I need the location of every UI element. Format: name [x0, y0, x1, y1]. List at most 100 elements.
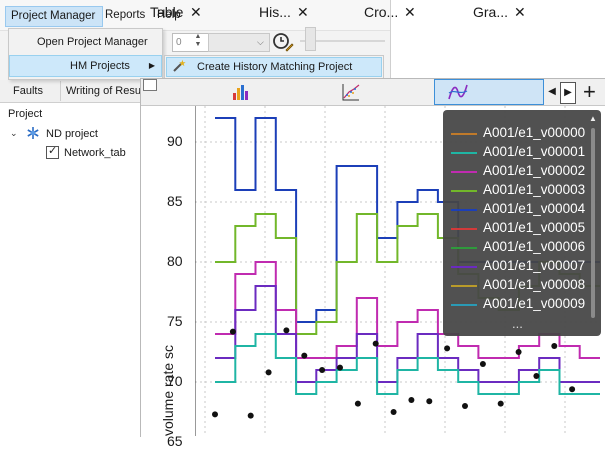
observed-point [408, 397, 415, 403]
clock-edit-icon[interactable] [272, 31, 294, 53]
menu-project-manager[interactable]: Project Manager [5, 6, 103, 27]
menu-item-hm-projects[interactable]: HM Projects ▶ [9, 55, 162, 77]
hm-projects-submenu: Create History Matching Project [164, 55, 384, 79]
observed-point [515, 349, 522, 355]
legend-label: A001/e1_v00002 [483, 163, 586, 178]
observed-point [497, 400, 504, 407]
observed-point [390, 409, 397, 415]
project-manager-menu: Open Project Manager HM Projects ▶ [8, 28, 163, 80]
legend-entry[interactable]: A001/e1_v00004 [447, 200, 587, 219]
observed-point [265, 369, 272, 376]
observed-point [283, 327, 290, 334]
window-restore-icon[interactable] [143, 79, 157, 91]
tab-writing-of-results[interactable]: Writing of Resu [60, 81, 148, 101]
y-tick-label: 75 [167, 313, 183, 329]
legend-label: A001/e1_v00007 [483, 258, 586, 273]
observed-point [372, 340, 379, 347]
legend-entry[interactable]: A001/e1_v00006 [447, 238, 587, 257]
tab-scroll-right-icon[interactable]: ▶ [560, 82, 576, 104]
legend-more-indicator: ... [512, 316, 523, 331]
close-icon[interactable]: ✕ [297, 0, 309, 25]
close-icon[interactable]: ✕ [514, 0, 526, 25]
y-tick-label: 85 [167, 193, 183, 209]
slider-thumb[interactable] [305, 27, 316, 51]
legend-label: A001/e1_v00004 [483, 201, 586, 216]
legend-label: A001/e1_v00003 [483, 182, 586, 197]
legend-swatch [451, 247, 477, 249]
legend-swatch [451, 133, 477, 135]
checkmark-icon: ✓ [48, 145, 58, 157]
legend-swatch [451, 228, 477, 230]
spin-input[interactable]: 0 [172, 33, 209, 52]
observed-point [462, 403, 468, 409]
observed-point [301, 352, 308, 359]
legend-label: A001/e1_v00006 [483, 239, 586, 254]
tab-faults[interactable]: Faults [13, 81, 43, 101]
legend-entry[interactable]: A001/e1_v00002 [447, 162, 587, 181]
observed-point [247, 412, 254, 419]
spin-arrows-icon[interactable]: ▲ ▼ [193, 33, 203, 50]
menu-item-create-history-matching-project[interactable]: Create History Matching Project [166, 57, 382, 77]
legend-entry[interactable]: A001/e1_v00003 [447, 181, 587, 200]
legend-swatch [451, 152, 477, 154]
observed-point [426, 398, 433, 405]
legend-label: A001/e1_v00001 [483, 144, 586, 159]
legend-swatch [451, 190, 477, 192]
legend-entry[interactable]: A001/e1_v00001 [447, 143, 587, 162]
wand-icon [173, 59, 186, 72]
y-tick-label: 80 [167, 253, 183, 269]
y-tick-label: 70 [167, 373, 183, 389]
legend-label: A001/e1_v00009 [483, 296, 586, 311]
legend-scrollbar[interactable] [590, 128, 596, 318]
left-tab-bar: Faults Writing of Resu [0, 80, 145, 103]
legend-entry[interactable]: A001/e1_v00008 [447, 276, 587, 295]
graph-curve-icon [448, 84, 468, 100]
snowflake-project-icon [27, 127, 39, 139]
chevron-down-icon[interactable]: ⌄ [10, 128, 18, 139]
submenu-arrow-icon: ▶ [148, 61, 155, 70]
observed-point [212, 411, 218, 418]
legend-swatch [451, 209, 477, 211]
tab-histogram[interactable]: His... [259, 0, 291, 25]
legend-entry[interactable]: A001/e1_v00005 [447, 219, 587, 238]
legend-label: A001/e1_v00008 [483, 277, 586, 292]
legend-entry[interactable]: A001/e1_v00000 [447, 124, 587, 143]
observed-point [354, 400, 361, 407]
y-axis-label: volume rate sc [160, 344, 176, 436]
legend-entry[interactable]: A001/e1_v00009 [447, 295, 587, 314]
legend-swatch [451, 266, 477, 268]
menu-item-open-project-manager[interactable]: Open Project Manager [9, 31, 162, 53]
close-icon[interactable]: ✕ [404, 0, 416, 25]
legend-swatch [451, 304, 477, 306]
observed-point [319, 367, 326, 373]
project-panel-title: Project [8, 108, 43, 120]
observed-point [444, 345, 451, 352]
observed-point [533, 373, 540, 379]
tree-item-network-tab[interactable]: Network_tab [64, 147, 126, 159]
legend-label: A001/e1_v00000 [483, 125, 586, 140]
legend-label: A001/e1_v00005 [483, 220, 586, 235]
menu-reports[interactable]: Reports [100, 6, 150, 25]
y-tick-label: 65 [167, 433, 183, 449]
tab-crossplot[interactable]: Cro... [364, 0, 398, 25]
series-line [215, 333, 600, 395]
observed-point [551, 343, 558, 349]
tab-scroll-left-icon[interactable]: ◀ [547, 83, 557, 101]
y-tick-label: 90 [167, 133, 183, 149]
observed-point [229, 328, 236, 335]
observed-point [569, 386, 576, 393]
add-tab-icon[interactable]: + [583, 79, 596, 105]
chevron-down-icon[interactable]: ⌵ [257, 37, 264, 48]
legend-swatch [451, 171, 477, 173]
legend-scroll-up-icon[interactable]: ▲ [589, 114, 597, 123]
tab-table[interactable]: Table [150, 0, 183, 25]
legend-entry[interactable]: A001/e1_v00007 [447, 257, 587, 276]
observed-point [337, 364, 343, 371]
crossplot-icon [342, 84, 360, 101]
observed-point [479, 361, 486, 367]
legend-swatch [451, 285, 477, 287]
close-icon[interactable]: ✕ [190, 0, 202, 25]
histogram-icon [233, 85, 248, 100]
tab-graph[interactable]: Gra... [473, 0, 508, 25]
tree-item-nd-project[interactable]: ND project [46, 128, 98, 140]
